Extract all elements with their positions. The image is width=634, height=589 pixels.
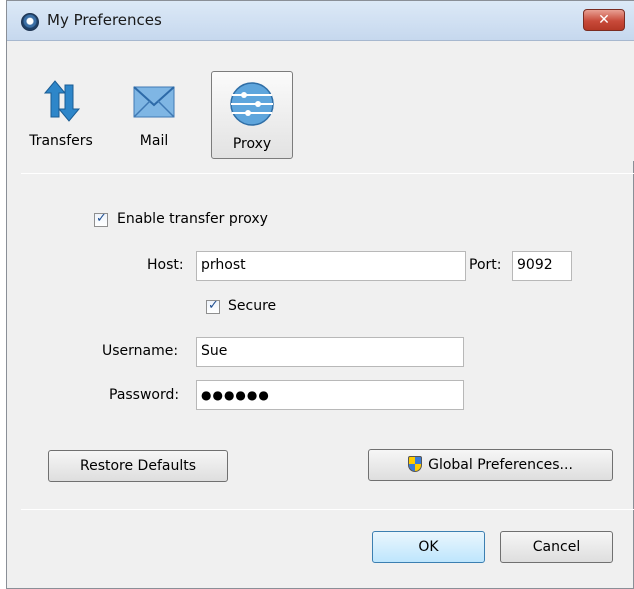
- preferences-window: My Preferences ✕ Transfers Mail Proxy ✓ …: [6, 0, 634, 589]
- tab-transfers-label: Transfers: [29, 133, 93, 149]
- app-icon: [21, 13, 39, 31]
- password-label: Password:: [109, 387, 180, 403]
- window-title: My Preferences: [47, 11, 162, 29]
- password-input[interactable]: ●●●●●●: [196, 380, 464, 410]
- preferences-toolbar: Transfers Mail Proxy: [21, 41, 634, 161]
- proxy-globe-icon: [228, 80, 276, 128]
- enable-proxy-checkbox[interactable]: [94, 211, 108, 227]
- global-preferences-button[interactable]: Global Preferences...: [368, 449, 613, 481]
- username-input[interactable]: Sue: [196, 337, 464, 367]
- tab-mail-label: Mail: [139, 133, 169, 149]
- enable-proxy-label: Enable transfer proxy: [117, 211, 268, 227]
- tab-proxy[interactable]: Proxy: [211, 71, 293, 159]
- tab-proxy-label: Proxy: [232, 136, 272, 152]
- host-input[interactable]: prhost: [196, 251, 466, 281]
- transfers-arrows-icon: [37, 77, 85, 125]
- close-icon: ✕: [598, 12, 610, 28]
- cancel-button[interactable]: Cancel: [500, 531, 613, 563]
- global-preferences-label: Global Preferences...: [428, 457, 573, 473]
- port-input[interactable]: 9092: [512, 251, 572, 281]
- restore-defaults-button[interactable]: Restore Defaults: [48, 450, 228, 482]
- host-label: Host:: [147, 257, 184, 273]
- ok-button[interactable]: OK: [372, 531, 485, 563]
- footer-divider: [21, 509, 634, 510]
- title-bar[interactable]: My Preferences ✕: [7, 1, 634, 41]
- tab-mail[interactable]: Mail: [119, 71, 189, 149]
- close-button[interactable]: ✕: [583, 9, 625, 31]
- secure-label: Secure: [228, 298, 277, 314]
- port-label: Port:: [469, 257, 502, 273]
- toolbar-divider: [21, 173, 634, 174]
- secure-checkbox[interactable]: [206, 298, 220, 314]
- shield-icon: [408, 456, 423, 472]
- username-label: Username:: [102, 343, 179, 359]
- tab-transfers[interactable]: Transfers: [21, 71, 101, 149]
- mail-envelope-icon: [130, 77, 178, 125]
